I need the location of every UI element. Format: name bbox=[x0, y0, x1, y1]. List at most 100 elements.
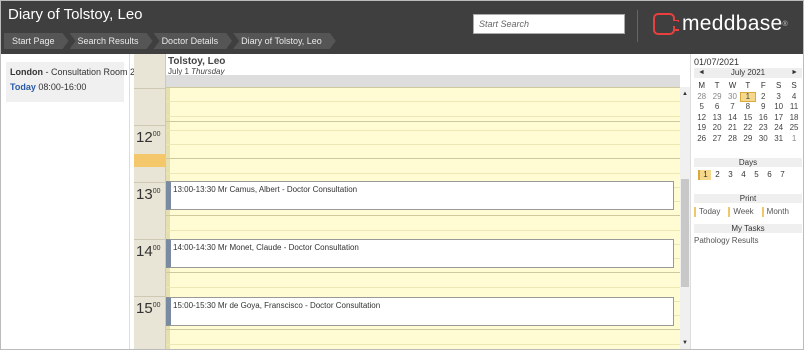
days-option[interactable]: 6 bbox=[763, 170, 776, 180]
grid-line bbox=[166, 130, 680, 131]
search-input[interactable] bbox=[473, 14, 625, 34]
hour-grid-line bbox=[166, 329, 680, 330]
right-panel: 01/07/2021 July 2021 ◄ ► M T W T F S S 28 29 30 1 2… bbox=[690, 54, 804, 350]
calendar-day[interactable]: 2 bbox=[756, 92, 771, 103]
calendar-day[interactable]: 18 bbox=[786, 113, 801, 124]
calendar-day[interactable]: 21 bbox=[725, 123, 740, 134]
grid-line bbox=[166, 101, 680, 102]
calendar-day[interactable]: 1 bbox=[740, 91, 756, 102]
calendar-day[interactable]: 10 bbox=[771, 102, 786, 113]
days-option[interactable]: 1 bbox=[698, 170, 711, 180]
hour-grid-line bbox=[166, 158, 680, 159]
weekday-header: T bbox=[714, 81, 720, 90]
calendar-day[interactable]: 5 bbox=[694, 102, 709, 113]
calendar-day[interactable]: 19 bbox=[694, 123, 709, 134]
calendar-day[interactable]: 31 bbox=[771, 134, 786, 145]
app-header: Diary of Tolstoy, Leo Start Page Search … bbox=[0, 0, 804, 54]
grid-line bbox=[166, 344, 680, 345]
breadcrumb: Start Page Search Results Doctor Details… bbox=[4, 33, 337, 49]
calendar-day[interactable]: 30 bbox=[756, 134, 771, 145]
scroll-down-icon[interactable]: ▼ bbox=[680, 338, 690, 348]
working-hours: 08:00-16:00 bbox=[35, 82, 87, 92]
doctor-name[interactable]: Tolstoy, Leo bbox=[168, 56, 225, 67]
calendar-day[interactable]: 17 bbox=[771, 113, 786, 124]
calendar-day[interactable]: 20 bbox=[709, 123, 724, 134]
weekday-header: M bbox=[698, 81, 706, 90]
calendar-day[interactable]: 25 bbox=[786, 123, 801, 134]
weekday-header: T bbox=[745, 81, 751, 90]
calendar-day[interactable]: 29 bbox=[740, 134, 755, 145]
calendar-day[interactable]: 7 bbox=[725, 102, 740, 113]
minute-value: 00 bbox=[152, 188, 161, 195]
calendar-day[interactable]: 13 bbox=[709, 113, 724, 124]
breadcrumb-doctor-details[interactable]: Doctor Details bbox=[154, 33, 233, 49]
meddbase-logo-icon bbox=[653, 13, 679, 35]
calendar-day[interactable]: 24 bbox=[771, 123, 786, 134]
hour-grid-line bbox=[166, 121, 680, 122]
hour-label-12: 1200 bbox=[136, 129, 160, 146]
weekday-header: S bbox=[791, 81, 797, 90]
calendar-day[interactable]: 15 bbox=[740, 113, 755, 124]
hour-label-13: 1300 bbox=[136, 186, 160, 203]
grid-line bbox=[166, 144, 680, 145]
calendar-day[interactable]: 6 bbox=[709, 102, 724, 113]
appointment-block[interactable]: 15:00-15:30 Mr de Goya, Franscisco - Doc… bbox=[166, 297, 674, 326]
print-today-link[interactable]: Today bbox=[694, 207, 724, 217]
days-option[interactable]: 5 bbox=[750, 170, 763, 180]
calendar-day[interactable]: 1 bbox=[786, 134, 801, 145]
minute-value: 00 bbox=[152, 245, 161, 252]
calendar-day[interactable]: 30 bbox=[725, 92, 740, 103]
grid-line bbox=[166, 173, 680, 174]
prev-month-icon[interactable]: ◄ bbox=[698, 68, 705, 78]
calendar-day[interactable]: 4 bbox=[786, 92, 801, 103]
logo-registered-mark: ® bbox=[782, 20, 788, 28]
calendar-day[interactable]: 9 bbox=[756, 102, 771, 113]
calendar-day[interactable]: 14 bbox=[725, 113, 740, 124]
calendar-day[interactable]: 11 bbox=[786, 102, 801, 113]
days-option[interactable]: 3 bbox=[724, 170, 737, 180]
hour-value: 15 bbox=[136, 300, 153, 317]
calendar-day[interactable]: 26 bbox=[694, 134, 709, 145]
room-name: - Consultation Room 2 bbox=[43, 67, 136, 77]
appointment-text: 14:00-14:30 Mr Monet, Claude - Doctor Co… bbox=[173, 243, 359, 252]
today-link[interactable]: Today bbox=[10, 82, 36, 92]
appointment-block[interactable]: 14:00-14:30 Mr Monet, Claude - Doctor Co… bbox=[166, 239, 674, 268]
calendar-day[interactable]: 16 bbox=[756, 113, 771, 124]
breadcrumb-start-page[interactable]: Start Page bbox=[4, 33, 69, 49]
breadcrumb-current-diary[interactable]: Diary of Tolstoy, Leo bbox=[233, 33, 336, 49]
diary-header: Tolstoy, Leo July 1 Thursday bbox=[166, 54, 680, 76]
calendar-day[interactable]: 22 bbox=[740, 123, 755, 134]
calendar-day[interactable]: 23 bbox=[756, 123, 771, 134]
days-option[interactable]: 4 bbox=[737, 170, 750, 180]
print-week-link[interactable]: Week bbox=[728, 207, 757, 217]
calendar-day[interactable]: 3 bbox=[771, 92, 786, 103]
time-divider bbox=[134, 88, 166, 89]
breadcrumb-search-results[interactable]: Search Results bbox=[70, 33, 153, 49]
days-section-label: Days bbox=[694, 158, 802, 167]
task-pathology-results[interactable]: Pathology Results bbox=[694, 236, 758, 245]
hour-grid-line bbox=[166, 87, 680, 88]
meddbase-logo[interactable]: meddbase ® bbox=[653, 12, 788, 36]
scroll-up-icon[interactable]: ▲ bbox=[680, 89, 690, 99]
all-day-bar[interactable] bbox=[166, 75, 680, 87]
appointment-block[interactable]: 13:00-13:30 Mr Camus, Albert - Doctor Co… bbox=[166, 181, 674, 210]
hour-grid-line bbox=[166, 272, 680, 273]
calendar-day[interactable]: 28 bbox=[694, 92, 709, 103]
days-option[interactable]: 7 bbox=[776, 170, 789, 180]
current-time-marker bbox=[134, 154, 166, 167]
calendar-day[interactable]: 29 bbox=[709, 92, 724, 103]
calendar-day[interactable]: 28 bbox=[725, 134, 740, 145]
calendar-grid: M T W T F S S 28 29 30 1 2 3 4 5 6 7 8 9 10 11 12 13 14 15 16 17 18… bbox=[694, 81, 802, 144]
diary-scrollbar[interactable]: ▲ ▼ bbox=[680, 87, 690, 350]
days-option[interactable]: 2 bbox=[711, 170, 724, 180]
days-selector: 1234567 bbox=[698, 170, 789, 180]
calendar-day[interactable]: 27 bbox=[709, 134, 724, 145]
print-month-link[interactable]: Month bbox=[761, 207, 793, 217]
calendar-day[interactable]: 8 bbox=[740, 102, 755, 113]
calendar-day[interactable]: 12 bbox=[694, 113, 709, 124]
hour-value: 14 bbox=[136, 243, 153, 260]
scroll-thumb[interactable] bbox=[681, 179, 689, 287]
weekday-header: W bbox=[728, 81, 737, 90]
time-divider bbox=[134, 239, 166, 240]
next-month-icon[interactable]: ► bbox=[791, 68, 798, 78]
